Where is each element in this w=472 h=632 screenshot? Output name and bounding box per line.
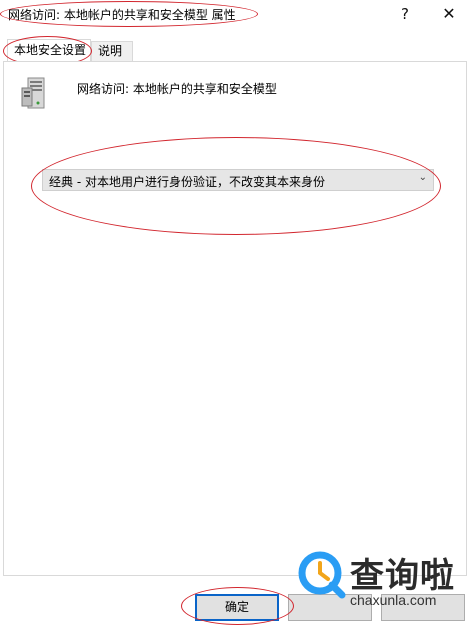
watermark-title: 查询啦 <box>350 556 455 596</box>
watermark: 查询啦 chaxunla.com <box>298 548 470 618</box>
tab-explain[interactable]: 说明 <box>91 41 133 61</box>
policy-name: 网络访问: 本地帐户的共享和安全模型 <box>77 82 277 96</box>
server-icon <box>21 77 45 109</box>
ok-button[interactable]: 确定 <box>195 594 279 621</box>
select-value: 经典 - 对本地用户进行身份验证，不改变其本来身份 <box>49 175 325 189</box>
title-bar: 网络访问: 本地帐户的共享和安全模型 属性 ? ✕ <box>0 0 472 30</box>
chevron-down-icon: ⌄ <box>418 172 427 183</box>
security-model-select[interactable]: 经典 - 对本地用户进行身份验证，不改变其本来身份 ⌄ <box>42 169 434 191</box>
tab-panel: 网络访问: 本地帐户的共享和安全模型 经典 - 对本地用户进行身份验证，不改变其… <box>3 61 467 576</box>
window-title: 网络访问: 本地帐户的共享和安全模型 属性 <box>8 8 236 22</box>
help-button[interactable]: ? <box>392 3 418 25</box>
tab-local-security-setting[interactable]: 本地安全设置 <box>7 39 91 61</box>
search-logo-icon <box>298 551 346 599</box>
close-button[interactable]: ✕ <box>436 3 462 25</box>
properties-dialog: 网络访问: 本地帐户的共享和安全模型 属性 ? ✕ 本地安全设置 说明 网络访问… <box>0 0 472 632</box>
watermark-url: chaxunla.com <box>350 592 437 608</box>
